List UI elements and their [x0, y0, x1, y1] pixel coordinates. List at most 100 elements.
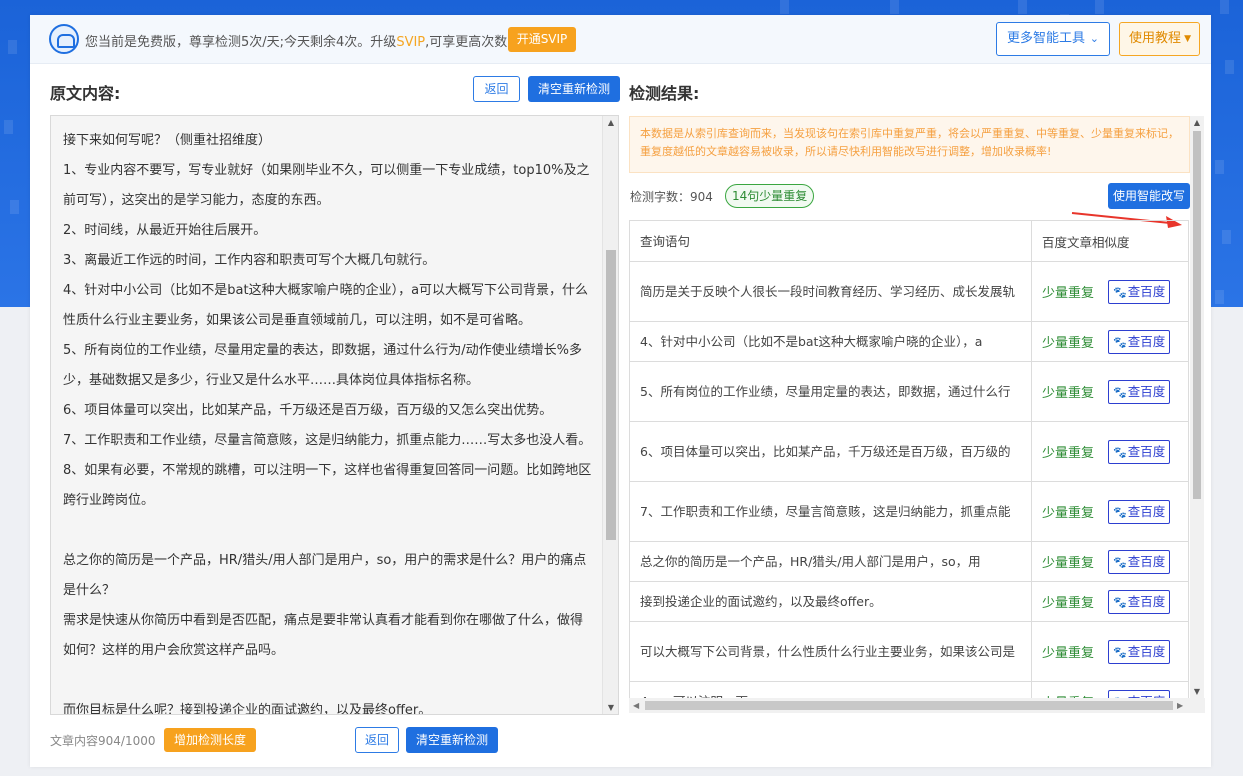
similarity-label: 少量重复 [1042, 386, 1095, 401]
search-baidu-label: 查百度 [1127, 643, 1166, 659]
notice-svip: SVIP [396, 35, 426, 50]
tutorial-label: 使用教程 [1129, 31, 1182, 46]
search-baidu-label: 查百度 [1127, 383, 1166, 399]
query-sentence: 6、项目体量可以突出，比如某产品，千万级还是百万级，百万级的 [630, 422, 1032, 481]
query-sentence: 接到投递企业的面试邀约，以及最终offer。 [630, 582, 1032, 621]
query-text: 5、所有岗位的工作业绩，尽量用定量的表达，即数据，通过什么行 [640, 384, 1011, 399]
usage-notice: 您当前是免费版，尊享检测5次/天;今天剩余4次。升级SVIP,可享更高次数 [85, 31, 507, 50]
clear-recheck-button[interactable]: 清空重新检测 [528, 76, 620, 102]
similarity-cell: 少量重复 🐾查百度 [1032, 262, 1188, 321]
search-baidu-button[interactable]: 🐾查百度 [1108, 439, 1170, 464]
text-paragraph: 而你目标是什么呢？接到投递企业的面试邀约，以及最终offer。 [63, 703, 432, 715]
search-baidu-button[interactable]: 🐾查百度 [1108, 639, 1170, 664]
search-baidu-label: 查百度 [1127, 443, 1166, 459]
header-query: 查询语句 [630, 221, 1032, 261]
text-paragraph [63, 516, 594, 546]
open-svip-button[interactable]: 开通SVIP [508, 27, 576, 52]
query-text: 4、针对中小公司（比如不是bat这种大概家喻户晓的企业），a [640, 334, 983, 349]
text-paragraph [63, 666, 594, 696]
original-text-area[interactable]: 接下来如何写呢？（侧重社招维度） 1、专业内容不要写，写专业就好（如果刚毕业不久，… [50, 115, 619, 715]
scroll-down-icon[interactable]: ▼ [603, 703, 618, 712]
table-row: 7、工作职责和工作业绩，尽量言简意赅，这是归纳能力，抓重点能 少量重复 🐾查百度 [630, 482, 1188, 542]
text-paragraph: 接下来如何写呢？（侧重社招维度） [63, 133, 272, 148]
scroll-thumb[interactable] [606, 250, 616, 540]
paw-icon: 🐾 [1113, 385, 1127, 399]
original-text-content: 接下来如何写呢？（侧重社招维度） 1、专业内容不要写，写专业就好（如果刚毕业不久，… [51, 116, 618, 715]
table-row: 简历是关于反映个人很长一段时间教育经历、学习经历、成长发展轨 少量重复 🐾查百度 [630, 262, 1188, 322]
scroll-up-icon[interactable]: ▲ [1190, 118, 1204, 127]
table-header: 查询语句 百度文章相似度 [630, 221, 1188, 262]
scroll-thumb[interactable] [1193, 131, 1201, 499]
search-baidu-button[interactable]: 🐾查百度 [1108, 589, 1170, 614]
back-button[interactable]: 返回 [473, 76, 520, 102]
query-sentence: 可以大概写下公司背景，什么性质什么行业主要业务，如果该公司是 [630, 622, 1032, 681]
warning-notice: 本数据是从索引库查询而来，当发现该句在索引库中重复严重，将会以严重重复、中等重复… [629, 116, 1190, 173]
search-baidu-label: 查百度 [1127, 283, 1166, 299]
result-horizontal-scrollbar[interactable]: ◀ ▶ [629, 698, 1205, 713]
similarity-cell: 少量重复 🐾查百度 [1032, 362, 1188, 421]
main-card: 您当前是免费版，尊享检测5次/天;今天剩余4次。升级SVIP,可享更高次数 开通… [30, 15, 1211, 767]
search-baidu-button[interactable]: 🐾查百度 [1108, 379, 1170, 404]
more-tools-label: 更多智能工具 [1007, 31, 1086, 46]
increase-length-button[interactable]: 增加检测长度 [164, 728, 256, 752]
scroll-left-icon[interactable]: ◀ [633, 698, 639, 713]
search-baidu-button[interactable]: 🐾查百度 [1108, 329, 1170, 354]
similarity-label: 少量重复 [1042, 556, 1095, 571]
footer-back-button[interactable]: 返回 [355, 727, 399, 753]
caret-down-icon: ▼ [1184, 34, 1191, 44]
text-paragraph: 2、时间线，从最近开始往后展开。 [63, 223, 267, 238]
search-baidu-label: 查百度 [1127, 333, 1166, 349]
scroll-down-icon[interactable]: ▼ [1190, 687, 1204, 696]
horizontal-scroll-thumb[interactable] [645, 701, 1173, 710]
similarity-cell: 少量重复 🐾查百度 [1032, 622, 1188, 681]
table-row: 6、项目体量可以突出，比如某产品，千万级还是百万级，百万级的 少量重复 🐾查百度 [630, 422, 1188, 482]
text-scrollbar[interactable]: ▲ ▼ [602, 116, 618, 714]
notice-prefix: 您当前是免费版，尊享检测5次/天;今天剩余4次。升级 [85, 35, 397, 50]
paw-icon: 🐾 [1113, 505, 1127, 519]
search-baidu-label: 查百度 [1127, 503, 1166, 519]
paw-icon: 🐾 [1113, 285, 1127, 299]
result-title: 检测结果: [629, 84, 700, 103]
query-text: 可以大概写下公司背景，什么性质什么行业主要业务，如果该公司是 [640, 644, 1016, 659]
result-scrollbar[interactable]: ▲ ▼ [1190, 116, 1204, 698]
table-row: 可以大概写下公司背景，什么性质什么行业主要业务，如果该公司是 少量重复 🐾查百度 [630, 622, 1188, 682]
search-baidu-button[interactable]: 🐾查百度 [1108, 279, 1170, 304]
query-text: 总之你的简历是一个产品，HR/猎头/用人部门是用户，so，用 [640, 554, 981, 569]
repeat-count-badge: 14句少量重复 [725, 184, 815, 208]
paw-icon: 🐾 [1113, 645, 1127, 659]
similarity-cell: 少量重复 🐾查百度 [1032, 582, 1188, 621]
more-tools-button[interactable]: 更多智能工具 ⌄ [996, 22, 1110, 56]
text-paragraph: 7、工作职责和工作业绩，尽量言简意赅，这是归纳能力，抓重点能力……写太多也没人看… [63, 433, 592, 448]
top-notice-bar: 您当前是免费版，尊享检测5次/天;今天剩余4次。升级SVIP,可享更高次数 开通… [30, 15, 1211, 64]
detected-word-count: 检测字数：904 [630, 190, 713, 204]
search-baidu-button[interactable]: 🐾查百度 [1108, 499, 1170, 524]
query-text: 6、项目体量可以突出，比如某产品，千万级还是百万级，百万级的 [640, 444, 1011, 459]
similarity-label: 少量重复 [1042, 286, 1095, 301]
tutorial-button[interactable]: 使用教程 ▼ [1119, 22, 1200, 56]
similarity-label: 少量重复 [1042, 596, 1095, 611]
query-sentence: 简历是关于反映个人很长一段时间教育经历、学习经历、成长发展轨 [630, 262, 1032, 321]
query-text: 简历是关于反映个人很长一段时间教育经历、学习经历、成长发展轨 [640, 284, 1016, 299]
similarity-label: 少量重复 [1042, 336, 1095, 351]
query-sentence: 4、针对中小公司（比如不是bat这种大概家喻户晓的企业），a [630, 322, 1032, 361]
query-sentence: 7、工作职责和工作业绩，尽量言简意赅，这是归纳能力，抓重点能 [630, 482, 1032, 541]
scroll-up-icon[interactable]: ▲ [603, 118, 618, 127]
similarity-cell: 少量重复 🐾查百度 [1032, 422, 1188, 481]
paw-icon: 🐾 [1113, 555, 1127, 569]
text-paragraph: 3、离最近工作远的时间，工作内容和职责可写个大概几句就行。 [63, 253, 436, 268]
table-row: 5、所有岗位的工作业绩，尽量用定量的表达，即数据，通过什么行 少量重复 🐾查百度 [630, 362, 1188, 422]
smart-rewrite-button[interactable]: 使用智能改写 [1108, 183, 1190, 209]
similarity-cell: 少量重复 🐾查百度 [1032, 542, 1188, 581]
paw-icon: 🐾 [1113, 445, 1127, 459]
query-sentence: 总之你的简历是一个产品，HR/猎头/用人部门是用户，so，用 [630, 542, 1032, 581]
original-content-title: 原文内容: [50, 84, 121, 103]
paw-icon: 🐾 [1113, 595, 1127, 609]
footer-clear-recheck-button[interactable]: 清空重新检测 [406, 727, 498, 753]
article-word-count: 文章内容904/1000 [50, 734, 156, 748]
search-baidu-button[interactable]: 🐾查百度 [1108, 549, 1170, 574]
similarity-label: 少量重复 [1042, 646, 1095, 661]
text-paragraph: 5、所有岗位的工作业绩，尽量用定量的表达，即数据，通过什么行为/动作使业绩增长%… [63, 343, 583, 388]
scroll-right-icon[interactable]: ▶ [1177, 698, 1183, 713]
search-baidu-label: 查百度 [1127, 593, 1166, 609]
table-row: 4、针对中小公司（比如不是bat这种大概家喻户晓的企业），a 少量重复 🐾查百度 [630, 322, 1188, 362]
